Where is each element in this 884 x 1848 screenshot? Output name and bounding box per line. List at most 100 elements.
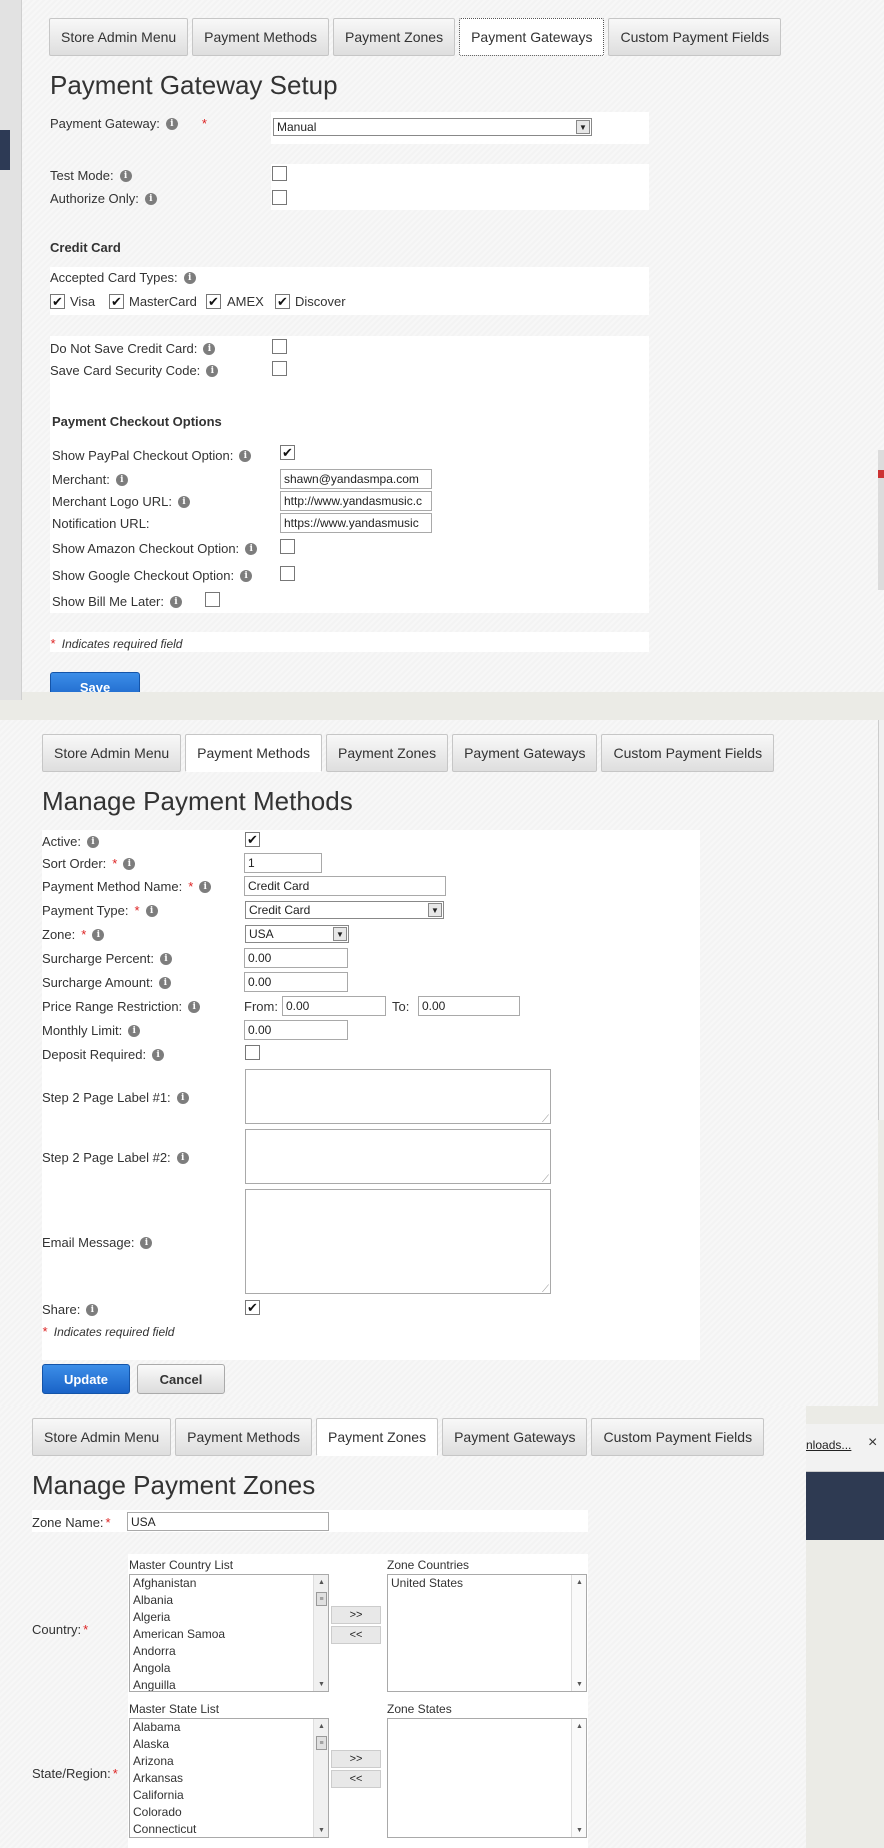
list-item[interactable]: Algeria bbox=[130, 1609, 328, 1626]
method-name-input[interactable]: Credit Card bbox=[244, 876, 446, 896]
list-item[interactable]: Afghanistan bbox=[130, 1575, 328, 1592]
surcharge-percent-input[interactable]: 0.00 bbox=[244, 948, 348, 968]
info-icon[interactable]: i bbox=[160, 952, 173, 965]
list-item[interactable]: Alabama bbox=[130, 1719, 328, 1736]
info-icon[interactable]: i bbox=[165, 117, 178, 130]
amex-checkbox[interactable]: ✔ bbox=[206, 294, 221, 309]
merchant-logo-input[interactable]: http://www.yandasmusic.c bbox=[280, 491, 432, 511]
show-paypal-checkbox[interactable]: ✔ bbox=[280, 445, 295, 460]
tab-payment-gateways[interactable]: Payment Gateways bbox=[452, 734, 598, 772]
info-icon[interactable]: i bbox=[176, 1091, 189, 1104]
show-bill-checkbox[interactable] bbox=[205, 592, 220, 607]
tab-store-admin-menu[interactable]: Store Admin Menu bbox=[32, 1418, 172, 1456]
zone-countries-list[interactable]: United States ▲ ▼ bbox=[387, 1574, 587, 1692]
step2-label1-textarea[interactable] bbox=[245, 1069, 551, 1125]
save-button[interactable]: Save bbox=[50, 672, 140, 692]
add-state-button[interactable]: >> bbox=[331, 1750, 381, 1768]
tab-payment-zones[interactable]: Payment Zones bbox=[326, 734, 449, 772]
email-message-textarea[interactable] bbox=[245, 1189, 551, 1295]
scrollbar[interactable]: ▲ ▼ bbox=[571, 1575, 586, 1691]
tab-payment-gateways[interactable]: Payment Gateways bbox=[459, 18, 605, 56]
list-item[interactable]: Andorra bbox=[130, 1643, 328, 1660]
info-icon[interactable]: i bbox=[176, 1151, 189, 1164]
scroll-up-icon[interactable]: ▲ bbox=[314, 1719, 328, 1733]
list-item[interactable]: Arkansas bbox=[130, 1770, 328, 1787]
scroll-up-icon[interactable]: ▲ bbox=[314, 1575, 328, 1589]
zone-select[interactable]: USA ▼ bbox=[245, 925, 349, 943]
scroll-up-icon[interactable]: ▲ bbox=[572, 1575, 586, 1589]
info-icon[interactable]: i bbox=[128, 1024, 141, 1037]
sort-order-input[interactable]: 1 bbox=[244, 853, 322, 873]
list-item[interactable]: Anguilla bbox=[130, 1677, 328, 1691]
list-item[interactable]: Arizona bbox=[130, 1753, 328, 1770]
info-icon[interactable]: i bbox=[239, 449, 252, 462]
list-item[interactable]: California bbox=[130, 1787, 328, 1804]
info-icon[interactable]: i bbox=[144, 192, 157, 205]
scrollbar[interactable]: ▲ ▼ bbox=[571, 1719, 586, 1837]
list-item[interactable]: Angola bbox=[130, 1660, 328, 1677]
scroll-up-icon[interactable]: ▲ bbox=[572, 1719, 586, 1733]
info-icon[interactable]: i bbox=[177, 495, 190, 508]
info-icon[interactable]: i bbox=[119, 169, 132, 182]
info-icon[interactable]: i bbox=[183, 271, 196, 284]
payment-gateway-select[interactable]: Manual ▼ bbox=[273, 118, 592, 136]
zone-states-list[interactable]: ▲ ▼ bbox=[387, 1718, 587, 1838]
surcharge-amount-input[interactable]: 0.00 bbox=[244, 972, 348, 992]
master-country-list[interactable]: Afghanistan Albania Algeria American Sam… bbox=[129, 1574, 329, 1692]
list-item[interactable]: Albania bbox=[130, 1592, 328, 1609]
info-icon[interactable]: i bbox=[199, 880, 212, 893]
tab-payment-gateways[interactable]: Payment Gateways bbox=[442, 1418, 588, 1456]
tab-payment-methods[interactable]: Payment Methods bbox=[175, 1418, 313, 1456]
info-icon[interactable]: i bbox=[206, 364, 219, 377]
list-item[interactable]: Connecticut bbox=[130, 1821, 328, 1837]
info-icon[interactable]: i bbox=[145, 904, 158, 917]
mastercard-checkbox[interactable]: ✔ bbox=[109, 294, 124, 309]
update-button[interactable]: Update bbox=[42, 1364, 130, 1394]
tab-payment-methods[interactable]: Payment Methods bbox=[192, 18, 330, 56]
list-item[interactable]: American Samoa bbox=[130, 1626, 328, 1643]
share-checkbox[interactable]: ✔ bbox=[245, 1300, 260, 1315]
tab-payment-zones[interactable]: Payment Zones bbox=[333, 18, 456, 56]
tab-payment-zones[interactable]: Payment Zones bbox=[316, 1418, 439, 1456]
scroll-down-icon[interactable]: ▼ bbox=[314, 1677, 328, 1691]
from-input[interactable]: 0.00 bbox=[282, 996, 386, 1016]
remove-country-button[interactable]: << bbox=[331, 1626, 381, 1644]
scroll-thumb[interactable]: ≡ bbox=[316, 1736, 327, 1750]
info-icon[interactable]: i bbox=[115, 473, 128, 486]
merchant-input[interactable]: shawn@yandasmpa.com bbox=[280, 469, 432, 489]
discover-checkbox[interactable]: ✔ bbox=[275, 294, 290, 309]
master-state-list[interactable]: Alabama Alaska Arizona Arkansas Californ… bbox=[129, 1718, 329, 1838]
scrollbar[interactable]: ▲ ≡ ▼ bbox=[313, 1575, 328, 1691]
info-icon[interactable]: i bbox=[87, 835, 100, 848]
info-icon[interactable]: i bbox=[203, 342, 216, 355]
authorize-only-checkbox[interactable] bbox=[272, 190, 287, 205]
cancel-button[interactable]: Cancel bbox=[137, 1364, 225, 1394]
info-icon[interactable]: i bbox=[159, 976, 172, 989]
show-google-checkbox[interactable] bbox=[280, 566, 295, 581]
do-not-save-checkbox[interactable] bbox=[272, 339, 287, 354]
info-icon[interactable]: i bbox=[240, 569, 253, 582]
payment-type-select[interactable]: Credit Card ▼ bbox=[245, 901, 444, 919]
tab-custom-payment-fields[interactable]: Custom Payment Fields bbox=[591, 1418, 765, 1456]
scroll-down-icon[interactable]: ▼ bbox=[314, 1823, 328, 1837]
scroll-down-icon[interactable]: ▼ bbox=[572, 1677, 586, 1691]
test-mode-checkbox[interactable] bbox=[272, 166, 287, 181]
info-icon[interactable]: i bbox=[92, 928, 105, 941]
deposit-required-checkbox[interactable] bbox=[245, 1045, 260, 1060]
monthly-limit-input[interactable]: 0.00 bbox=[244, 1020, 348, 1040]
zone-name-input[interactable]: USA bbox=[127, 1512, 329, 1531]
visa-checkbox[interactable]: ✔ bbox=[50, 294, 65, 309]
info-icon[interactable]: i bbox=[245, 542, 258, 555]
downloads-link[interactable]: nloads... bbox=[806, 1438, 851, 1452]
list-item[interactable]: Colorado bbox=[130, 1804, 328, 1821]
info-icon[interactable]: i bbox=[170, 595, 182, 608]
info-icon[interactable]: i bbox=[188, 1000, 201, 1013]
add-country-button[interactable]: >> bbox=[331, 1606, 381, 1624]
list-item[interactable]: United States bbox=[388, 1575, 586, 1592]
tab-store-admin-menu[interactable]: Store Admin Menu bbox=[42, 734, 182, 772]
info-icon[interactable]: i bbox=[123, 857, 136, 870]
tab-store-admin-menu[interactable]: Store Admin Menu bbox=[49, 18, 189, 56]
show-amazon-checkbox[interactable] bbox=[280, 539, 295, 554]
to-input[interactable]: 0.00 bbox=[418, 996, 520, 1016]
scroll-down-icon[interactable]: ▼ bbox=[572, 1823, 586, 1837]
